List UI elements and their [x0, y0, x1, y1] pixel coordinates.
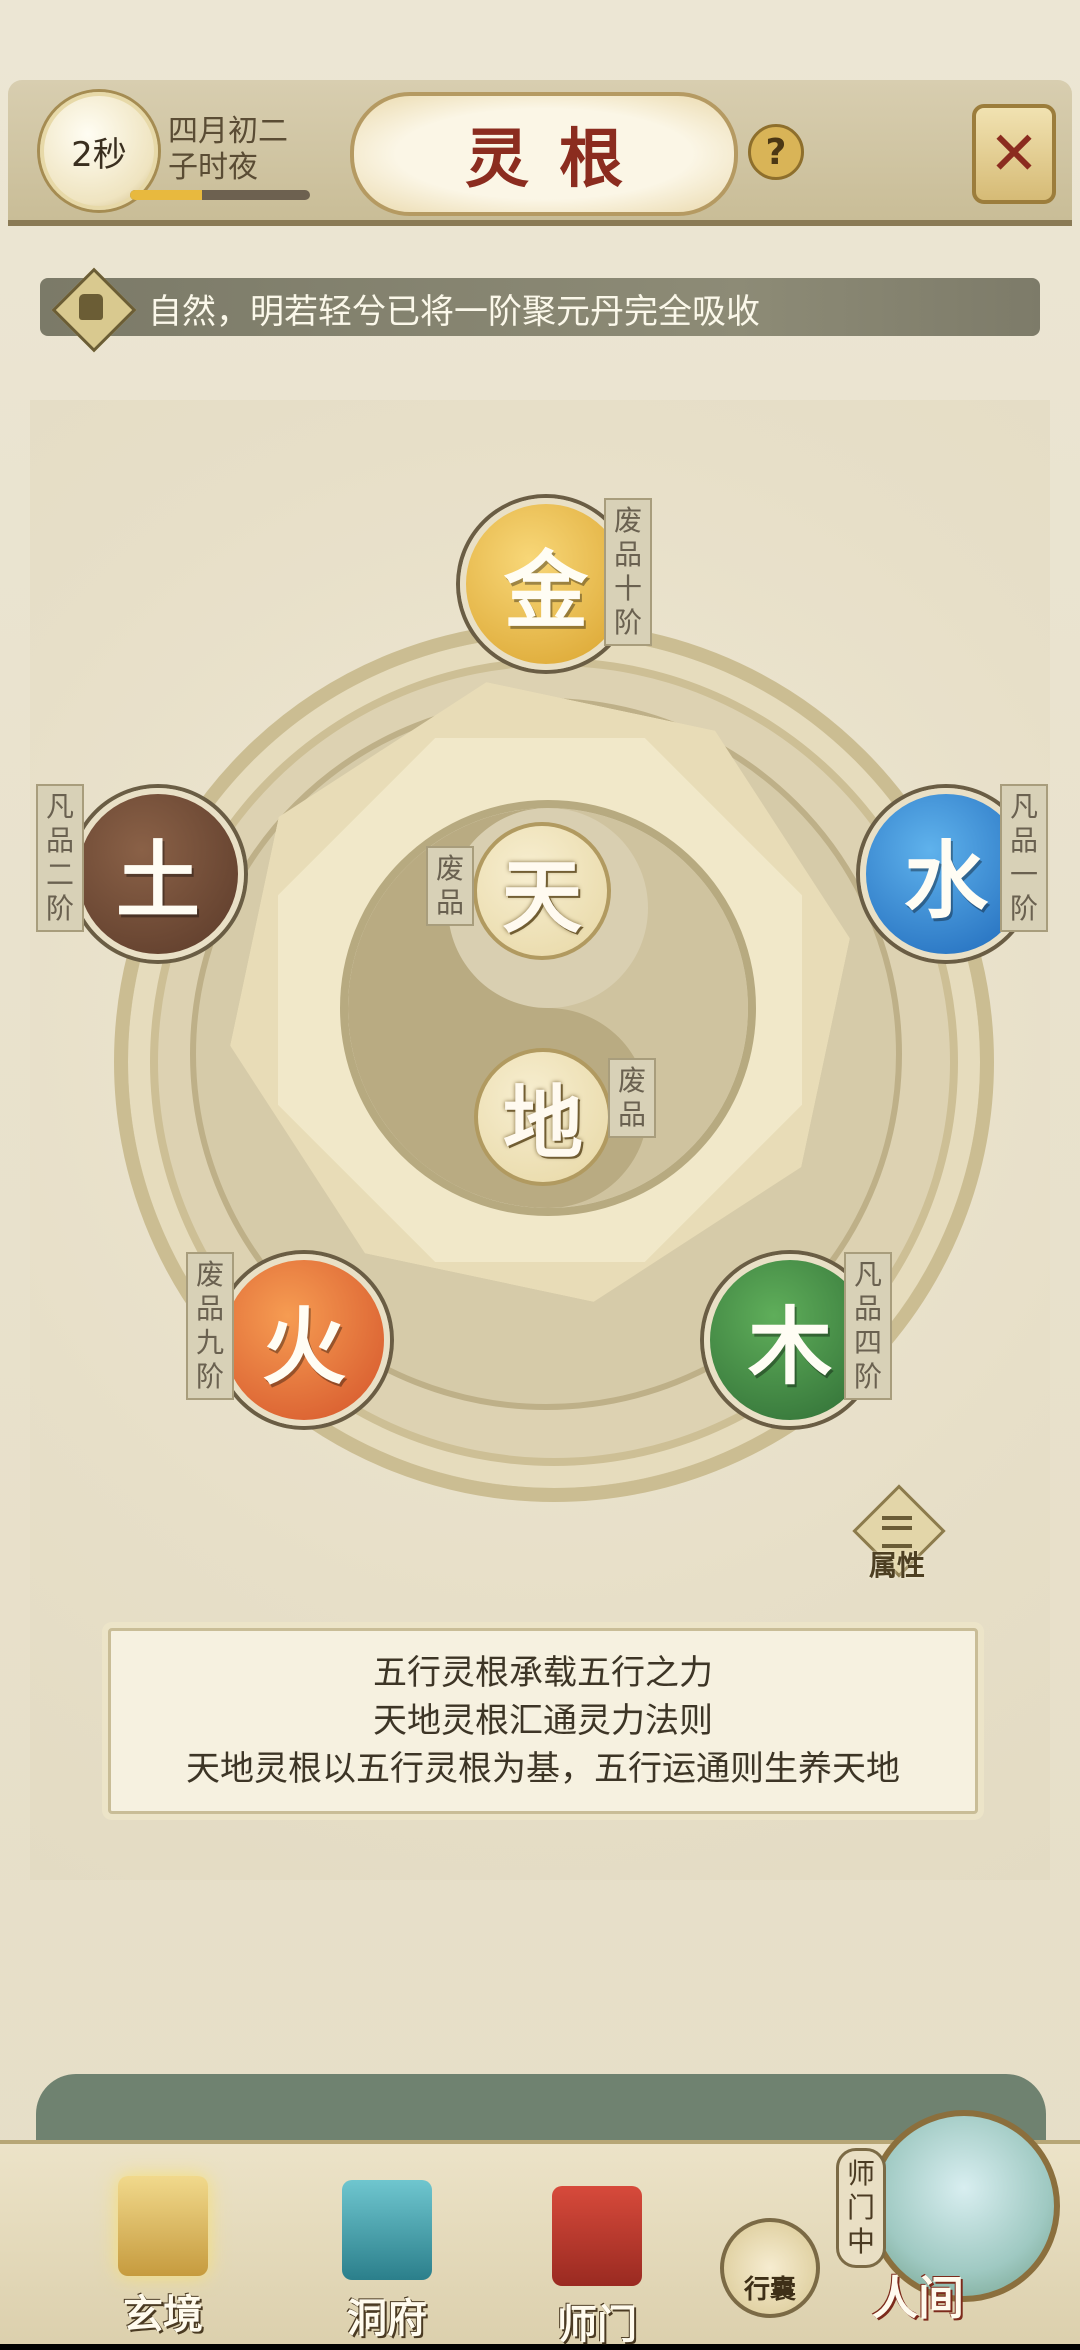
- timer-text: 2秒: [71, 134, 127, 175]
- nav-xuanjing-label: 玄境: [123, 2291, 203, 2338]
- sect-status-tag: 师门中: [836, 2148, 886, 2268]
- metal-root-grade: 废品十阶: [604, 498, 652, 646]
- earth-root-grade: 废品: [608, 1058, 656, 1138]
- time-progress-bar: [130, 190, 310, 200]
- metal-root-label: 金: [503, 540, 588, 640]
- earth-element-label: 土: [115, 830, 200, 930]
- earth-element-grade: 凡品二阶: [36, 784, 84, 932]
- attributes-button[interactable]: 属性: [852, 1484, 946, 1584]
- nav-shimen-label: 师门: [557, 2301, 637, 2348]
- mortal-world-label: 人间: [872, 2271, 964, 2325]
- nav-xuanjing[interactable]: 玄境: [118, 2176, 208, 2340]
- info-line-1: 五行灵根承载五行之力: [373, 1653, 713, 1693]
- wood-root-grade: 凡品四阶: [844, 1252, 892, 1400]
- game-time-period: 子时夜: [168, 150, 258, 185]
- nav-dongfu[interactable]: 洞府: [342, 2180, 432, 2344]
- water-root-grade: 凡品一阶: [1000, 784, 1048, 932]
- pavilion-icon: [342, 2180, 432, 2280]
- fire-root-button[interactable]: 火: [218, 1254, 390, 1426]
- nav-dongfu-label: 洞府: [347, 2295, 427, 2342]
- page-title: 灵根: [465, 122, 653, 197]
- heaven-root-orb[interactable]: 天: [473, 822, 611, 960]
- info-description-box: 五行灵根承载五行之力 天地灵根汇通灵力法则 天地灵根以五行灵根为基，五行运通则生…: [108, 1628, 978, 1814]
- help-button[interactable]: ?: [748, 124, 804, 180]
- time-progress-fill: [130, 190, 202, 200]
- spirit-root-screen: 2秒 四月初二 子时夜 灵根 ? ✕ 自然，明若轻兮已将一阶聚元丹完全吸收 天 …: [0, 0, 1080, 2348]
- wood-root-label: 木: [747, 1296, 832, 1396]
- close-icon: ✕: [988, 119, 1040, 189]
- inventory-bag-label: 行囊: [743, 2275, 796, 2305]
- title-plaque: 灵根: [350, 92, 738, 216]
- nav-shimen[interactable]: 师门: [552, 2186, 642, 2350]
- info-line-3: 天地灵根以五行灵根为基，五行运通则生养天地: [186, 1749, 900, 1789]
- question-icon: ?: [765, 131, 787, 173]
- inventory-bag-button[interactable]: 行囊: [720, 2218, 820, 2318]
- earth-root-label: 地: [503, 1076, 583, 1170]
- earth-element-button[interactable]: 土: [72, 788, 244, 960]
- attributes-label: 属性: [868, 1549, 925, 1582]
- banner-icon: [552, 2186, 642, 2286]
- earth-root-orb[interactable]: 地: [474, 1048, 612, 1186]
- heaven-root-grade: 废品: [426, 846, 474, 926]
- bell-icon-inner: [79, 294, 103, 320]
- scroll-icon: [118, 2176, 208, 2276]
- notice-text: 自然，明若轻兮已将一阶聚元丹完全吸收: [148, 292, 760, 332]
- fire-root-label: 火: [261, 1296, 346, 1396]
- close-button[interactable]: ✕: [972, 104, 1056, 204]
- info-line-2: 天地灵根汇通灵力法则: [373, 1701, 713, 1741]
- fire-root-grade: 废品九阶: [186, 1252, 234, 1400]
- heaven-root-label: 天: [502, 850, 582, 944]
- water-root-label: 水: [903, 830, 988, 930]
